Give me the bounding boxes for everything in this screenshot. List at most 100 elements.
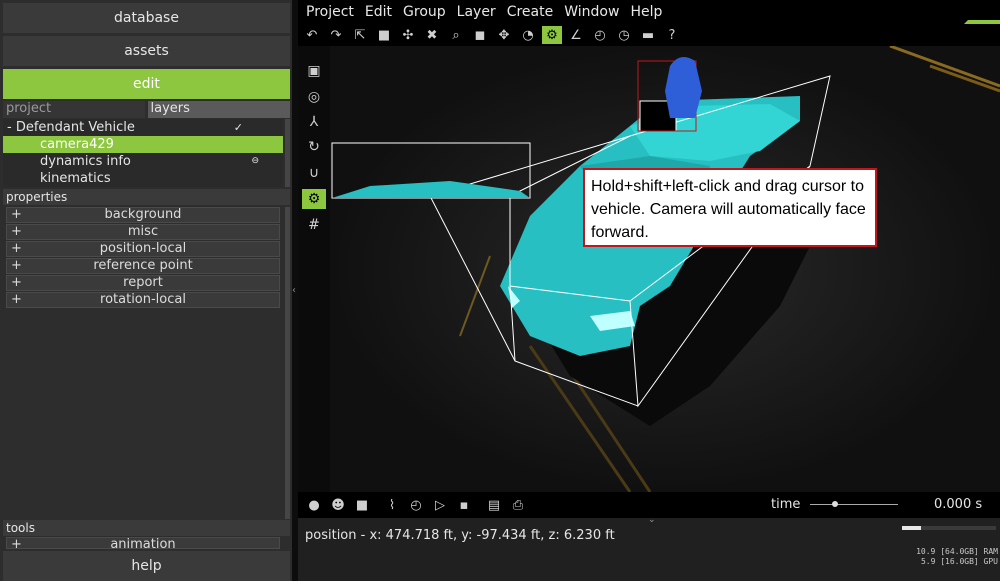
menu-edit[interactable]: Edit: [365, 4, 392, 20]
document-icon[interactable]: ▤: [484, 496, 504, 514]
prop-label: misc: [127, 224, 159, 239]
link-icon[interactable]: ⊖: [251, 153, 259, 170]
prop-misc[interactable]: + misc: [6, 224, 280, 240]
prop-label: position-local: [99, 241, 187, 256]
axes-icon[interactable]: ⅄: [302, 112, 326, 132]
tree-scrollbar[interactable]: [285, 119, 290, 187]
instruction-callout: Hold+shift+left-click and drag cursor to…: [583, 168, 877, 247]
menu-create[interactable]: Create: [507, 4, 554, 20]
database-button[interactable]: database: [3, 3, 290, 33]
target-icon[interactable]: ◎: [302, 87, 326, 107]
expand-icon[interactable]: +: [11, 259, 22, 273]
assets-button[interactable]: assets: [3, 36, 290, 66]
head-icon[interactable]: ☻: [328, 496, 348, 514]
menu-bar: Project Edit Group Layer Create Window H…: [298, 0, 1000, 24]
record-icon[interactable]: ▪: [454, 496, 474, 514]
tree-root-defendant-vehicle[interactable]: - Defendant Vehicle ✓: [3, 119, 283, 136]
grid-icon[interactable]: #: [302, 215, 326, 235]
viewport-3d[interactable]: [330, 46, 1000, 492]
time-slider-handle[interactable]: [832, 501, 838, 507]
main-toolbar: ↶ ↷ ⇱ ■ ✣ ✖ ⌕ ◼ ✥ ◔ ⚙ ∠ ◴ ◷ ▬ ?: [298, 24, 1000, 46]
expand-icon[interactable]: +: [11, 276, 22, 290]
tree-item-camera429[interactable]: camera429: [3, 136, 283, 153]
progress-fill: [902, 526, 921, 530]
tree-item-label: dynamics info: [40, 154, 131, 169]
prop-background[interactable]: + background: [6, 207, 280, 223]
gauge-tool-icon[interactable]: ◴: [406, 496, 426, 514]
prop-label: background: [104, 207, 182, 222]
snap-icon[interactable]: ✣: [398, 26, 418, 44]
expand-icon[interactable]: +: [11, 538, 22, 548]
move-icon[interactable]: ✥: [494, 26, 514, 44]
properties-header: properties: [3, 189, 290, 205]
position-readout: position - x: 474.718 ft, y: -97.434 ft,…: [305, 528, 615, 543]
scene-tree: - Defendant Vehicle ✓ camera429 dynamics…: [3, 119, 283, 187]
time-label: time: [771, 497, 801, 512]
graph-icon[interactable]: ⌇: [382, 496, 402, 514]
tree-root-label: - Defendant Vehicle: [7, 120, 135, 135]
help-button[interactable]: help: [3, 551, 290, 581]
menu-window[interactable]: Window: [564, 4, 619, 20]
prop-label: report: [123, 275, 163, 290]
print-icon[interactable]: ⎙: [508, 496, 528, 514]
status-bar: position - x: 474.718 ft, y: -97.434 ft,…: [298, 515, 1000, 581]
expand-icon[interactable]: +: [11, 242, 22, 256]
prop-reference-point[interactable]: + reference point: [6, 258, 280, 274]
square-icon[interactable]: ■: [374, 26, 394, 44]
gpu-readout: 5.9 [16.0GB] GPU: [920, 557, 998, 566]
expand-icon[interactable]: +: [11, 293, 22, 307]
panel-tabs: project layers: [3, 101, 290, 118]
prop-label: rotation-local: [100, 292, 186, 307]
memory-readout: 10.9 [64.0GB] RAM 5.9 [16.0GB] GPU: [898, 547, 998, 567]
tools-header: tools: [3, 520, 290, 536]
undo-icon[interactable]: ↶: [302, 26, 322, 44]
time-slider[interactable]: [810, 504, 898, 505]
help-icon[interactable]: ?: [662, 26, 682, 44]
progress-bar: [902, 526, 996, 530]
edit-button[interactable]: edit: [3, 69, 290, 99]
ram-readout: 10.9 [64.0GB] RAM: [916, 547, 998, 556]
select-icon[interactable]: ⇱: [350, 26, 370, 44]
ruler-icon[interactable]: ▬: [638, 26, 658, 44]
prop-report[interactable]: + report: [6, 275, 280, 291]
expand-icon[interactable]: +: [11, 225, 22, 239]
menu-layer[interactable]: Layer: [457, 4, 496, 20]
tree-item-kinematics[interactable]: kinematics: [3, 170, 283, 187]
measure-icon[interactable]: ◔: [518, 26, 538, 44]
tab-layers[interactable]: layers: [147, 101, 290, 118]
collapse-arrow-icon[interactable]: ‹: [292, 285, 296, 296]
frame-icon[interactable]: ▣: [302, 61, 326, 81]
properties-scrollbar[interactable]: [285, 207, 290, 519]
scene-render: [330, 46, 1000, 492]
tool-animation[interactable]: + animation: [6, 537, 280, 549]
left-panel: database assets edit project layers - De…: [0, 0, 292, 581]
check-icon[interactable]: ✓: [234, 119, 243, 136]
angle-icon[interactable]: ∠: [566, 26, 586, 44]
menu-project[interactable]: Project: [306, 4, 354, 20]
sphere-icon[interactable]: ●: [304, 496, 324, 514]
timer-icon[interactable]: ◷: [614, 26, 634, 44]
gauge-icon[interactable]: ◴: [590, 26, 610, 44]
prop-position-local[interactable]: + position-local: [6, 241, 280, 257]
camera-tool-icon[interactable]: ⚙: [302, 189, 326, 209]
prop-label: reference point: [93, 258, 193, 273]
tree-item-dynamics-info[interactable]: dynamics info ⊖: [3, 153, 283, 170]
expand-icon[interactable]: +: [11, 208, 22, 222]
camera-group-icon[interactable]: ⚙: [542, 26, 562, 44]
rotate-icon[interactable]: ↻: [302, 137, 326, 157]
magnify-icon[interactable]: ⌕: [446, 26, 466, 44]
chevron-down-icon[interactable]: ⌄: [648, 515, 656, 525]
menu-group[interactable]: Group: [403, 4, 446, 20]
redo-icon[interactable]: ↷: [326, 26, 346, 44]
vertical-toolbar: ▣ ◎ ⅄ ↻ ∪ ⚙ #: [298, 46, 330, 492]
cube-icon[interactable]: ◼: [470, 26, 490, 44]
square-tool-icon[interactable]: ■: [352, 496, 372, 514]
delete-icon[interactable]: ✖: [422, 26, 442, 44]
tool-label: animation: [110, 537, 176, 549]
menu-help[interactable]: Help: [630, 4, 662, 20]
magnet-icon[interactable]: ∪: [302, 163, 326, 183]
play-icon[interactable]: ▷: [430, 496, 450, 514]
prop-rotation-local[interactable]: + rotation-local: [6, 292, 280, 308]
time-value: 0.000 s: [934, 497, 983, 512]
tab-project[interactable]: project: [3, 101, 145, 118]
